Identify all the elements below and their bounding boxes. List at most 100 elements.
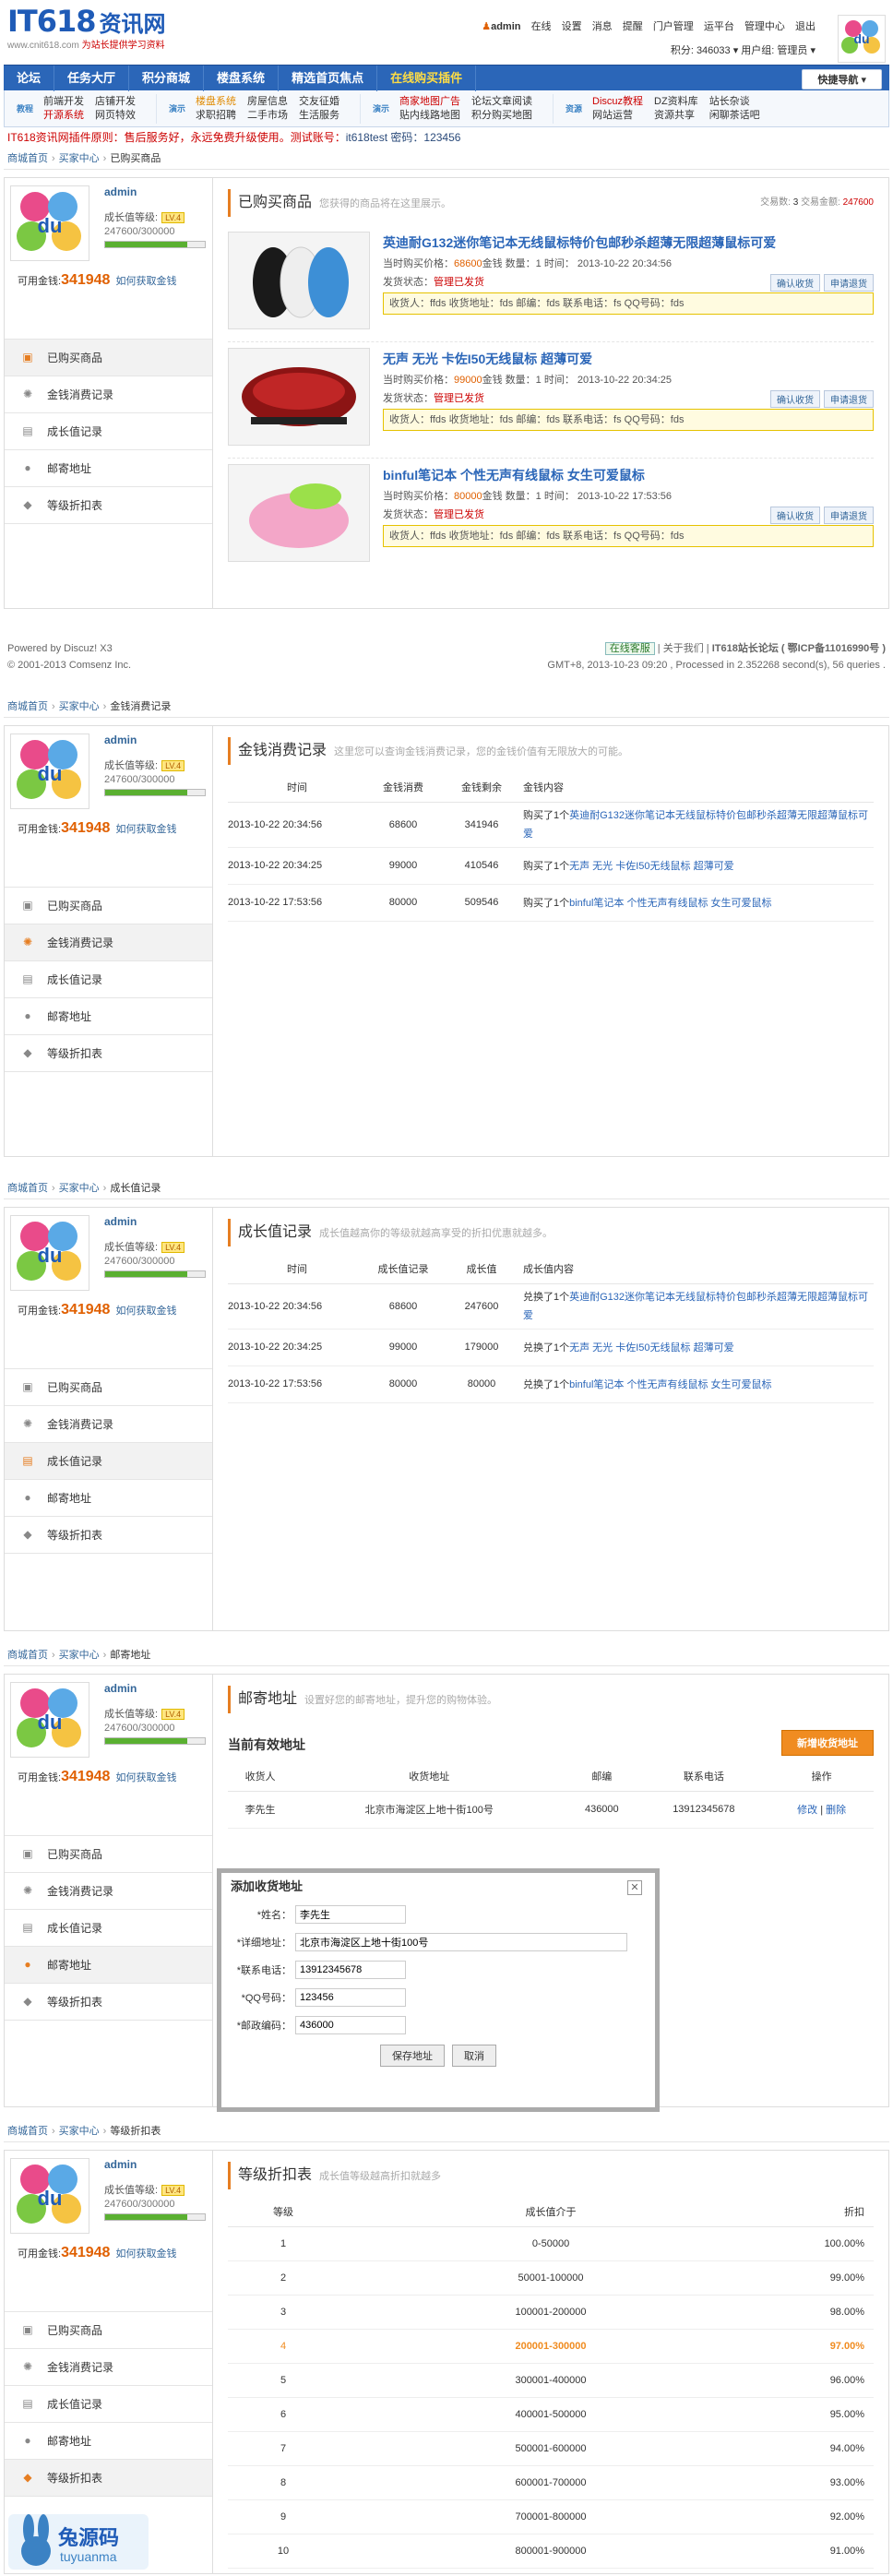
request-return-button[interactable]: 申请退货 — [824, 390, 874, 408]
platform-link[interactable]: 运平台 — [704, 21, 734, 32]
menu-discount[interactable]: ◆ 等级折扣表 — [5, 487, 212, 524]
menu-address[interactable]: ● 邮寄地址 — [5, 1947, 212, 1984]
product-image[interactable] — [228, 232, 370, 329]
request-return-button[interactable]: 申请退货 — [824, 507, 874, 524]
crumb-home[interactable]: 商城首页 — [7, 701, 48, 712]
goods-title[interactable]: 英迪耐G132迷你笔记本无线鼠标特价包邮秒杀超薄无限超薄鼠标可爱 — [383, 233, 874, 252]
profile-name[interactable]: admin — [104, 1215, 137, 1228]
avatar[interactable]: du — [10, 1215, 89, 1291]
close-icon[interactable]: ✕ — [627, 1880, 642, 1895]
menu-growth-log[interactable]: ▤ 成长值记录 — [5, 961, 212, 998]
menu-money-log[interactable]: ✺ 金钱消费记录 — [5, 1406, 212, 1443]
menu-address[interactable]: ● 邮寄地址 — [5, 2423, 212, 2460]
header-avatar[interactable]: du — [838, 15, 886, 63]
points-link[interactable]: 积分: 346033 — [671, 45, 731, 56]
how-get-money-link[interactable]: 如何获取金钱 — [115, 1306, 176, 1317]
quick-nav-button[interactable]: 快捷导航 ▾ — [802, 69, 882, 89]
username-link[interactable]: admin — [491, 21, 520, 32]
admin-center-link[interactable]: 管理中心 — [744, 21, 785, 32]
product-image[interactable] — [228, 464, 370, 562]
subnav-link[interactable]: 房屋信息 — [247, 95, 288, 109]
menu-purchased[interactable]: ▣ 已购买商品 — [5, 1369, 212, 1406]
menu-growth-log[interactable]: ▤ 成长值记录 — [5, 2386, 212, 2423]
nav-property[interactable]: 楼盘系统 — [204, 65, 280, 91]
product-image[interactable] — [228, 348, 370, 446]
avatar[interactable]: du — [10, 1682, 89, 1758]
online-service-link[interactable]: 在线客服 — [604, 642, 655, 655]
about-link[interactable]: 关于我们 — [663, 643, 704, 654]
subnav-link[interactable]: 交友征婚 — [299, 95, 339, 109]
crumb-home[interactable]: 商城首页 — [7, 153, 48, 164]
menu-address[interactable]: ● 邮寄地址 — [5, 450, 212, 487]
subnav-link[interactable]: 生活服务 — [299, 109, 339, 123]
cell-goods-link[interactable]: binful笔记本 个性无声有线鼠标 女生可爱鼠标 — [569, 1379, 771, 1390]
menu-money-log[interactable]: ✺ 金钱消费记录 — [5, 924, 212, 961]
delete-address-link[interactable]: 删除 — [826, 1805, 846, 1816]
site-name[interactable]: IT618站长论坛 ( 鄂ICP备11016990号 ) — [712, 643, 886, 654]
subnav-link[interactable]: 开源系统 — [43, 109, 84, 123]
subnav-link[interactable]: 楼盘系统 — [196, 95, 236, 109]
cell-goods-link[interactable]: 英迪耐G132迷你笔记本无线鼠标特价包邮秒杀超薄无限超薄鼠标可爱 — [523, 1292, 868, 1321]
site-logo[interactable]: IT618 资讯网 www.cnit618.com 为站长提供学习资料 — [7, 4, 166, 51]
confirm-receipt-button[interactable]: 确认收货 — [770, 507, 820, 524]
how-get-money-link[interactable]: 如何获取金钱 — [115, 824, 176, 835]
avatar[interactable]: du — [10, 185, 89, 261]
avatar[interactable]: du — [10, 2158, 89, 2234]
subnav-link[interactable]: 积分购买地图 — [471, 109, 532, 123]
zip-input[interactable] — [295, 2016, 406, 2034]
subnav-link[interactable]: 论坛文章阅读 — [471, 95, 532, 109]
crumb-buyer-center[interactable]: 买家中心 — [59, 1650, 100, 1661]
profile-name[interactable]: admin — [104, 1682, 137, 1695]
portal-admin-link[interactable]: 门户管理 — [653, 21, 694, 32]
edit-address-link[interactable]: 修改 — [797, 1805, 817, 1816]
notify-link[interactable]: 提醒 — [623, 21, 643, 32]
crumb-home[interactable]: 商城首页 — [7, 1183, 48, 1194]
subnav-link[interactable]: 资源共享 — [654, 109, 698, 123]
goods-title[interactable]: binful笔记本 个性无声有线鼠标 女生可爱鼠标 — [383, 466, 874, 484]
logout-link[interactable]: 退出 — [795, 21, 816, 32]
crumb-buyer-center[interactable]: 买家中心 — [59, 153, 100, 164]
online-link[interactable]: 在线 — [531, 21, 552, 32]
menu-money-log[interactable]: ✺ 金钱消费记录 — [5, 1873, 212, 1910]
subnav-link[interactable]: 闲聊茶话吧 — [709, 109, 760, 123]
subnav-link[interactable]: 贴内线路地图 — [399, 109, 460, 123]
nav-points-mall[interactable]: 积分商城 — [129, 65, 205, 91]
subnav-link[interactable]: 商家地图广告 — [399, 95, 460, 109]
usergroup-link[interactable]: 用户组: 管理员 — [741, 45, 807, 56]
address-input[interactable] — [295, 1933, 627, 1951]
confirm-receipt-button[interactable]: 确认收货 — [770, 274, 820, 292]
menu-growth-log[interactable]: ▤ 成长值记录 — [5, 1443, 212, 1480]
profile-name[interactable]: admin — [104, 185, 137, 198]
name-input[interactable] — [295, 1905, 406, 1924]
cancel-button[interactable]: 取消 — [452, 2045, 496, 2067]
phone-input[interactable] — [295, 1961, 406, 1979]
menu-purchased[interactable]: ▣ 已购买商品 — [5, 2312, 212, 2349]
menu-discount[interactable]: ◆ 等级折扣表 — [5, 1984, 212, 2021]
request-return-button[interactable]: 申请退货 — [824, 274, 874, 292]
menu-discount[interactable]: ◆ 等级折扣表 — [5, 1035, 212, 1072]
qq-input[interactable] — [295, 1988, 406, 2007]
how-get-money-link[interactable]: 如何获取金钱 — [115, 276, 176, 287]
menu-discount[interactable]: ◆ 等级折扣表 — [5, 1517, 212, 1554]
crumb-home[interactable]: 商城首页 — [7, 1650, 48, 1661]
crumb-buyer-center[interactable]: 买家中心 — [59, 701, 100, 712]
menu-growth-log[interactable]: ▤ 成长值记录 — [5, 1910, 212, 1947]
menu-growth-log[interactable]: ▤ 成长值记录 — [5, 413, 212, 450]
menu-discount[interactable]: ◆ 等级折扣表 — [5, 2460, 212, 2497]
menu-address[interactable]: ● 邮寄地址 — [5, 1480, 212, 1517]
subnav-link[interactable]: 店铺开发 — [95, 95, 136, 109]
avatar[interactable]: du — [10, 733, 89, 809]
profile-name[interactable]: admin — [104, 2158, 137, 2171]
subnav-link[interactable]: 前端开发 — [43, 95, 84, 109]
nav-featured[interactable]: 精选首页焦点 — [279, 65, 378, 91]
nav-tasks[interactable]: 任务大厅 — [54, 65, 130, 91]
crumb-home[interactable]: 商城首页 — [7, 2126, 48, 2137]
subnav-link[interactable]: DZ资料库 — [654, 95, 698, 109]
crumb-buyer-center[interactable]: 买家中心 — [59, 2126, 100, 2137]
subnav-link[interactable]: 二手市场 — [247, 109, 288, 123]
cell-goods-link[interactable]: 英迪耐G132迷你笔记本无线鼠标特价包邮秒杀超薄无限超薄鼠标可爱 — [523, 810, 868, 840]
crumb-buyer-center[interactable]: 买家中心 — [59, 1183, 100, 1194]
goods-title[interactable]: 无声 无光 卡佐I50无线鼠标 超薄可爱 — [383, 350, 874, 368]
how-get-money-link[interactable]: 如何获取金钱 — [115, 1772, 176, 1783]
profile-name[interactable]: admin — [104, 733, 137, 746]
